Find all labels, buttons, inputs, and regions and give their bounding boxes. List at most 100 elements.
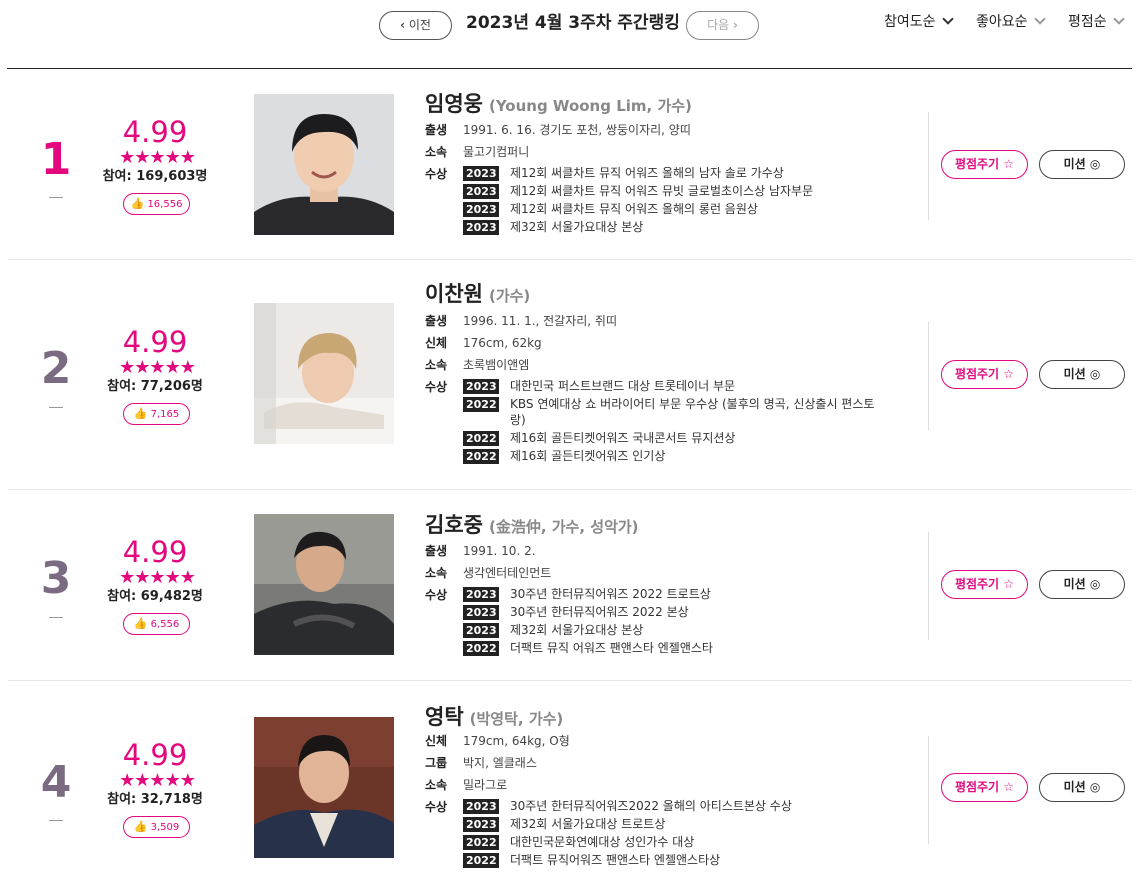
thumbs-up-icon: 👍 bbox=[130, 197, 145, 210]
info-body: 신체 176cm, 62kg bbox=[425, 336, 542, 350]
mission-button[interactable]: 미션 ◎ bbox=[1039, 150, 1125, 179]
info-body: 신체 179cm, 64kg, O형 bbox=[425, 734, 570, 748]
like-button[interactable]: 👍 6,556 bbox=[123, 613, 190, 635]
award-item: 2022 더팩트 뮤직 어워즈 팬앤스타 엔젤앤스타 bbox=[463, 640, 713, 656]
sort-likes-label: 좋아요순 bbox=[976, 14, 1028, 30]
artist-subtitle: (Young Woong Lim, 가수) bbox=[488, 97, 692, 115]
week-title: 2023년 4월 3주차 주간랭킹 bbox=[466, 13, 680, 33]
award-item: 2023 30주년 한터뮤직어워즈 2022 트로트상 bbox=[463, 586, 713, 602]
rank-change-indicator bbox=[49, 617, 63, 618]
artist-info: 출생 1991. 6. 16. 경기도 포천, 쌍둥이자리, 양띠 소속 물고기컴퍼… bbox=[425, 121, 885, 241]
award-item: 2022 제16회 골든티켓어워즈 국내콘서트 뮤지션상 bbox=[463, 430, 880, 446]
award-year: 2023 bbox=[463, 166, 499, 181]
rank-change-indicator bbox=[49, 407, 63, 408]
sort-participation-dropdown[interactable]: 참여도순 bbox=[884, 12, 954, 32]
sort-score-dropdown[interactable]: 평점순 bbox=[1068, 12, 1125, 32]
info-awards: 수상 2023 30주년 한터뮤직어워즈2022 올해의 아티스트본상 수상 20… bbox=[425, 799, 792, 868]
artist-name[interactable]: 영탁 bbox=[425, 705, 464, 729]
ranking-header: ‹ 이전 2023년 4월 3주차 주간랭킹 다음 › 참여도순 좋아요순 평점… bbox=[0, 0, 1138, 50]
award-item: 2023 제12회 써클차트 뮤직 어워즈 올해의 남자 솔로 가수상 bbox=[463, 165, 813, 181]
rate-button[interactable]: 평점주기 ☆ bbox=[941, 360, 1028, 389]
artist-name[interactable]: 임영웅 bbox=[425, 92, 483, 116]
award-year: 2022 bbox=[463, 835, 499, 850]
award-item: 2023 제12회 써클차트 뮤직 어워즈 올해의 롱런 음원상 bbox=[463, 201, 813, 217]
mission-button[interactable]: 미션 ◎ bbox=[1039, 360, 1125, 389]
average-score: 4.99 bbox=[122, 115, 188, 149]
artist-photo[interactable] bbox=[254, 303, 394, 444]
like-count: 16,556 bbox=[147, 199, 183, 210]
target-icon: ◎ bbox=[1089, 157, 1101, 171]
award-year: 2022 bbox=[463, 397, 499, 412]
rank-number: 2 bbox=[40, 343, 72, 394]
ranking-row: 3 4.99 ★★★★★ 참여: 69,482명 👍 6,556 김호중 (金浩仲… bbox=[8, 490, 1132, 681]
participant-count: 참여: 32,718명 bbox=[107, 792, 203, 807]
like-button[interactable]: 👍 7,165 bbox=[123, 403, 190, 425]
like-count: 7,165 bbox=[150, 409, 180, 420]
mission-button[interactable]: 미션 ◎ bbox=[1039, 773, 1125, 802]
chevron-right-icon: › bbox=[732, 18, 738, 32]
thumbs-up-icon: 👍 bbox=[133, 617, 148, 630]
like-button[interactable]: 👍 3,509 bbox=[123, 816, 190, 838]
thumbs-up-icon: 👍 bbox=[133, 820, 148, 833]
award-year: 2023 bbox=[463, 184, 499, 199]
chevron-left-icon: ‹ bbox=[400, 18, 406, 32]
award-year: 2023 bbox=[463, 817, 499, 832]
rate-button[interactable]: 평점주기 ☆ bbox=[941, 150, 1028, 179]
star-outline-icon: ☆ bbox=[1003, 157, 1015, 171]
rank-number: 1 bbox=[40, 134, 72, 185]
award-item: 2023 제12회 써클차트 뮤직 어워즈 뮤빗 글로벌초이스상 남자부문 bbox=[463, 183, 813, 199]
artist-info: 출생 1991. 10. 2. 소속 생각엔터테인먼트 수상 2023 30주년 한터… bbox=[425, 542, 885, 662]
row-divider bbox=[928, 532, 929, 640]
row-divider bbox=[928, 736, 929, 844]
participant-count: 참여: 77,206명 bbox=[107, 379, 203, 394]
artist-info: 신체 179cm, 64kg, O형 그룹 박지, 엘클래스 소속 밀라그로 수상 2… bbox=[425, 732, 885, 874]
artist-photo[interactable] bbox=[254, 717, 394, 858]
award-year: 2022 bbox=[463, 641, 499, 656]
thumbs-up-icon: 👍 bbox=[133, 407, 148, 420]
target-icon: ◎ bbox=[1089, 577, 1101, 591]
award-item: 2023 제32회 서울가요대상 본상 bbox=[463, 219, 813, 235]
ranking-row: 4 4.99 ★★★★★ 참여: 32,718명 👍 3,509 영탁 (박영탁,… bbox=[8, 681, 1132, 887]
like-count: 6,556 bbox=[150, 619, 180, 630]
star-outline-icon: ☆ bbox=[1003, 577, 1015, 591]
star-outline-icon: ☆ bbox=[1003, 367, 1015, 381]
award-year: 2023 bbox=[463, 587, 499, 602]
like-count: 3,509 bbox=[150, 822, 180, 833]
award-year: 2023 bbox=[463, 379, 499, 394]
mission-button[interactable]: 미션 ◎ bbox=[1039, 570, 1125, 599]
award-year: 2023 bbox=[463, 605, 499, 620]
chevron-down-icon bbox=[1112, 13, 1125, 25]
artist-name-line: 영탁 (박영탁, 가수) bbox=[425, 701, 563, 731]
award-item: 2022 제16회 골든티켓어워즈 인기상 bbox=[463, 448, 880, 464]
award-item: 2023 30주년 한터뮤직어워즈 2022 본상 bbox=[463, 604, 713, 620]
artist-photo[interactable] bbox=[254, 514, 394, 655]
like-button[interactable]: 👍 16,556 bbox=[123, 193, 190, 215]
star-rating-icon: ★★★★★ bbox=[119, 357, 196, 378]
participant-count: 참여: 169,603명 bbox=[102, 169, 208, 184]
info-agency: 소속 생각엔터테인먼트 bbox=[425, 566, 552, 580]
star-outline-icon: ☆ bbox=[1003, 780, 1015, 794]
award-item: 2023 제32회 서울가요대상 트로트상 bbox=[463, 816, 792, 832]
star-rating-icon: ★★★★★ bbox=[119, 567, 196, 588]
rank-number: 4 bbox=[40, 757, 72, 808]
average-score: 4.99 bbox=[122, 738, 188, 772]
info-awards: 수상 2023 30주년 한터뮤직어워즈 2022 트로트상 2023 30주년 한… bbox=[425, 586, 713, 656]
row-divider bbox=[928, 322, 929, 430]
artist-photo[interactable] bbox=[254, 94, 394, 235]
prev-week-button[interactable]: ‹ 이전 bbox=[379, 11, 452, 40]
artist-name[interactable]: 이찬원 bbox=[425, 282, 483, 306]
artist-name[interactable]: 김호중 bbox=[425, 513, 483, 537]
artist-info: 출생 1996. 11. 1., 전갈자리, 쥐띠 신체 176cm, 62kg 소… bbox=[425, 312, 885, 470]
rate-button[interactable]: 평점주기 ☆ bbox=[941, 570, 1028, 599]
award-year: 2022 bbox=[463, 449, 499, 464]
info-group: 그룹 박지, 엘클래스 bbox=[425, 756, 537, 770]
average-score: 4.99 bbox=[122, 535, 188, 569]
rate-button[interactable]: 평점주기 ☆ bbox=[941, 773, 1028, 802]
info-awards: 수상 2023 대한민국 퍼스트브랜드 대상 트롯테이너 부문 2022 KBS 연… bbox=[425, 378, 885, 466]
next-week-button[interactable]: 다음 › bbox=[686, 11, 759, 40]
rank-number: 3 bbox=[40, 553, 72, 604]
chevron-down-icon bbox=[1033, 13, 1046, 25]
sort-likes-dropdown[interactable]: 좋아요순 bbox=[976, 12, 1046, 32]
sort-participation-label: 참여도순 bbox=[884, 14, 936, 30]
artist-subtitle: (가수) bbox=[488, 287, 531, 305]
